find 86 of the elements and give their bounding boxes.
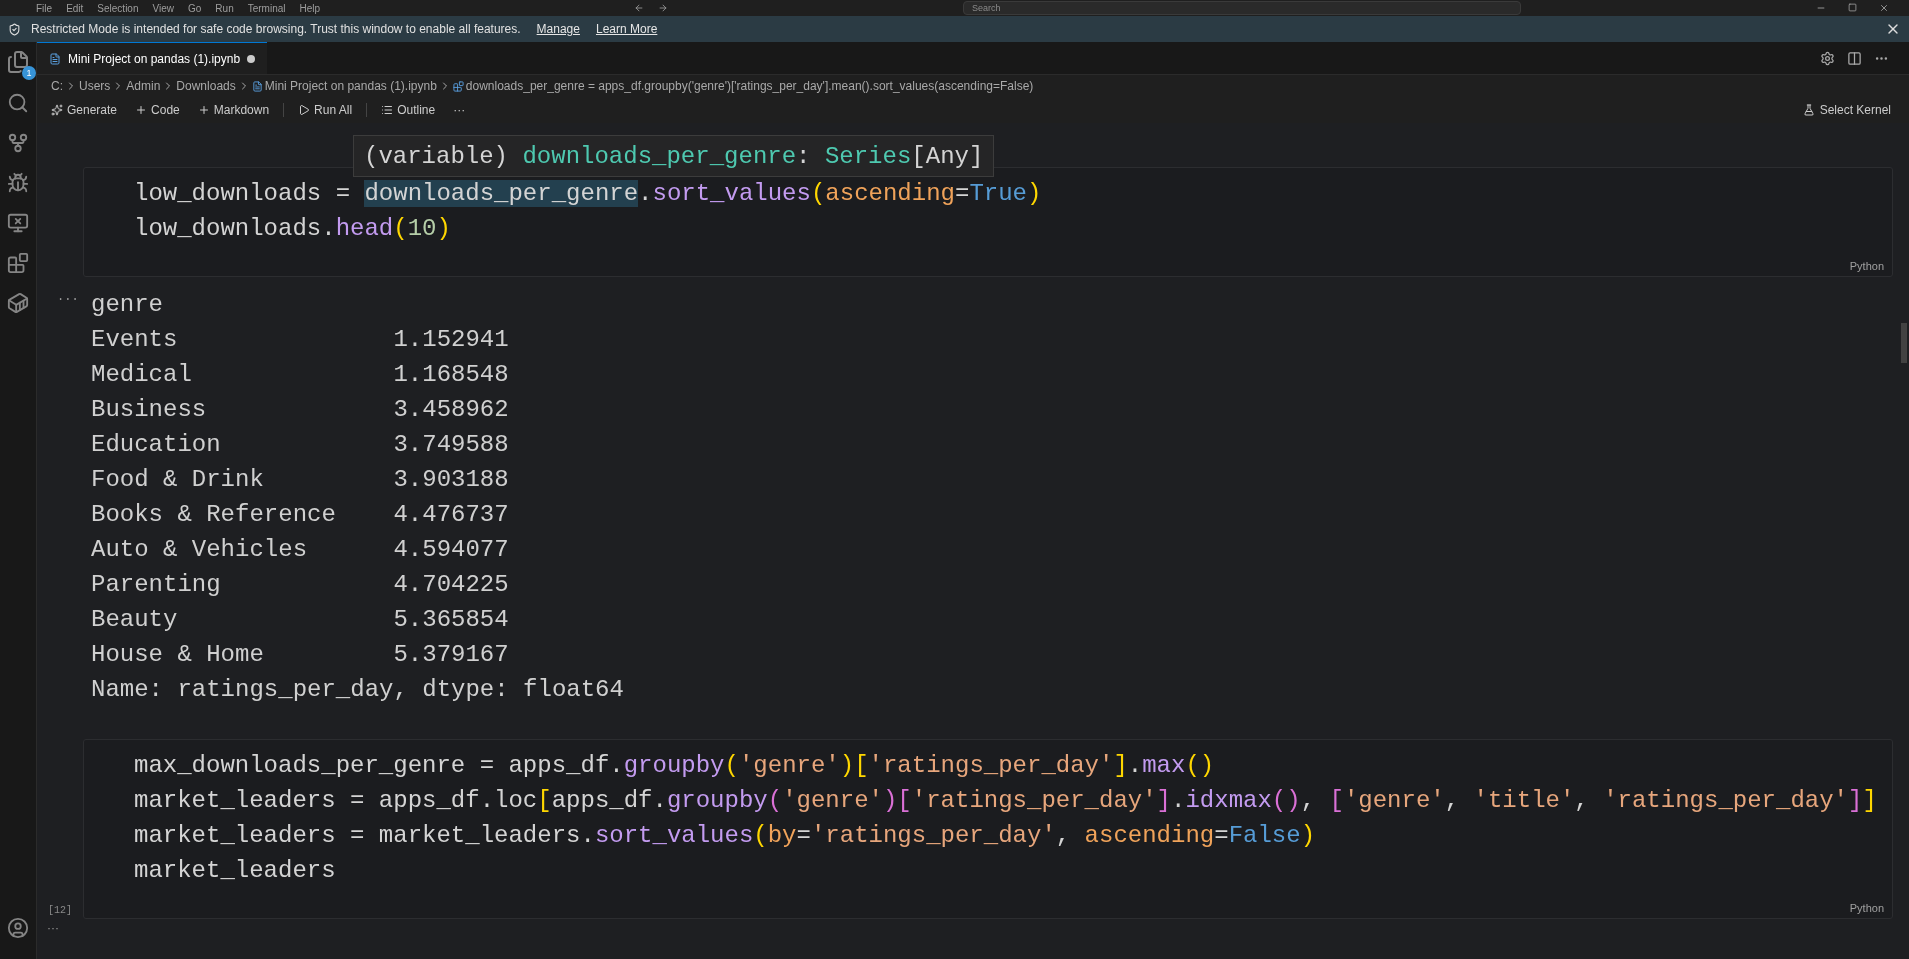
- output-text: Events: [91, 325, 179, 355]
- banner-text: Restricted Mode is intended for safe code browsing. Trust this window to enable all features.: [31, 22, 521, 36]
- output-text: Education: [91, 430, 222, 460]
- code-line: low_downloads.head(10): [134, 214, 452, 244]
- toolbar-button[interactable]: Markdown: [193, 101, 274, 119]
- select-kernel-button[interactable]: Select Kernel: [1796, 102, 1897, 118]
- code-line: market_leaders = market_leaders.sort_values(by='ratings_per_day', ascending=False): [134, 821, 1317, 851]
- output-text: Name: ratings_per_day, dtype: float64: [91, 675, 625, 705]
- menu-item[interactable]: Help: [299, 2, 321, 14]
- breadcrumb[interactable]: Downloads: [176, 79, 236, 93]
- cell-more-marker[interactable]: ···: [47, 921, 59, 935]
- debug-icon[interactable]: [7, 172, 29, 194]
- output-text: Parenting: [91, 570, 222, 600]
- close-icon[interactable]: [1879, 3, 1889, 13]
- breadcrumb[interactable]: downloads_per_genre = apps_df.groupby('genre')['ratings_per_day'].mean().sort_values(ascending=False): [465, 79, 1034, 93]
- breadcrumb[interactable]: Admin: [126, 79, 161, 93]
- output-text: House & Home: [91, 640, 265, 670]
- more-button[interactable]: ···: [449, 101, 470, 119]
- output-text: 4.476737: [393, 500, 510, 530]
- output-text: Books & Reference: [91, 500, 337, 530]
- source-control-icon[interactable]: [7, 132, 29, 154]
- output-text: 1.152941: [393, 325, 510, 355]
- account-icon[interactable]: [7, 917, 29, 939]
- language-label[interactable]: Python: [1849, 902, 1884, 914]
- output-text: 5.379167: [393, 640, 510, 670]
- banner-link[interactable]: Learn More: [595, 22, 658, 36]
- menu-item[interactable]: Go: [188, 2, 202, 14]
- output-text: 3.458962: [393, 395, 510, 425]
- maximize-icon[interactable]: [1848, 3, 1857, 12]
- menu-item[interactable]: File: [36, 2, 53, 14]
- menu-item[interactable]: View: [152, 2, 174, 14]
- menu-item[interactable]: Selection: [97, 2, 139, 14]
- code-line: market_leaders: [134, 856, 337, 886]
- editor-tab[interactable]: Mini Project on pandas (1).ipynb: [37, 42, 268, 74]
- shield-icon: [8, 22, 21, 36]
- code-line: low_downloads = downloads_per_genre.sort_values(ascending=True): [134, 179, 1043, 209]
- notification-badge: 1: [22, 66, 36, 80]
- output-text: 3.903188: [393, 465, 510, 495]
- extensions-icon[interactable]: [7, 252, 29, 274]
- toolbar-button[interactable]: Outline: [377, 101, 440, 119]
- plus-icon: [197, 104, 210, 116]
- output-text: 4.594077: [393, 535, 510, 565]
- output-text: genre: [91, 290, 164, 320]
- back-arrow-icon[interactable]: [634, 3, 645, 13]
- container-icon[interactable]: [7, 292, 29, 314]
- tab-label: Mini Project on pandas (1).ipynb: [68, 51, 241, 66]
- output-text: 4.704225: [393, 570, 510, 600]
- code-cell[interactable]: low_downloads = downloads_per_genre.sort_values(ascending=True) low_downloads.head(10) Python: [83, 167, 1893, 277]
- output-more-marker[interactable]: ···: [57, 283, 79, 318]
- settings-icon[interactable]: [1820, 50, 1835, 66]
- explorer-icon[interactable]: [6, 50, 30, 74]
- breadcrumb[interactable]: Mini Project on pandas (1).ipynb: [264, 79, 437, 93]
- output-text: 3.749588: [393, 430, 510, 460]
- forward-arrow-icon[interactable]: [658, 3, 669, 13]
- breadcrumb[interactable]: Users: [79, 79, 111, 93]
- breadcrumb[interactable]: C:: [51, 79, 63, 93]
- plus-icon: [135, 104, 148, 116]
- menu-item[interactable]: Run: [215, 2, 234, 14]
- list-icon: [381, 104, 394, 116]
- hover-tooltip: (variable) downloads_per_genre: Series[Any]: [353, 135, 995, 177]
- code-line: max_downloads_per_genre = apps_df.groupby('genre')['ratings_per_day'].max(): [134, 751, 1216, 781]
- menu-item[interactable]: Edit: [66, 2, 84, 14]
- output-text: Auto & Vehicles: [91, 535, 309, 565]
- menu-item[interactable]: Terminal: [247, 2, 286, 14]
- sparkle-icon: [51, 104, 63, 116]
- output-text: 5.365854: [393, 605, 510, 635]
- search-field[interactable]: Search: [963, 1, 1522, 15]
- output-text: Food & Drink: [91, 465, 265, 495]
- language-label[interactable]: Python: [1849, 260, 1884, 272]
- run-icon: [298, 104, 311, 116]
- execution-count: [12]: [48, 905, 72, 916]
- toolbar-button[interactable]: Code: [131, 101, 184, 119]
- output-text: Beauty: [91, 605, 179, 635]
- toolbar-button[interactable]: Generate: [47, 101, 122, 119]
- banner-link[interactable]: Manage: [536, 22, 580, 36]
- flask-icon: [1802, 104, 1815, 116]
- scrollbar-thumb[interactable]: [1901, 323, 1907, 363]
- notebook-file-icon: [251, 80, 263, 92]
- notebook-file-icon: [49, 52, 61, 65]
- split-editor-icon[interactable]: [1847, 50, 1862, 66]
- toolbar-button[interactable]: Run All: [294, 101, 357, 119]
- output-text: Business: [91, 395, 208, 425]
- code-line: market_leaders = apps_df.loc[apps_df.groupby('genre')['ratings_per_day'].idxmax(), ['genre', 'title', 'ratings_per_day']]: [134, 786, 1878, 816]
- search-icon[interactable]: [7, 92, 29, 114]
- output-text: 1.168548: [393, 360, 510, 390]
- output-text: Medical: [91, 360, 193, 390]
